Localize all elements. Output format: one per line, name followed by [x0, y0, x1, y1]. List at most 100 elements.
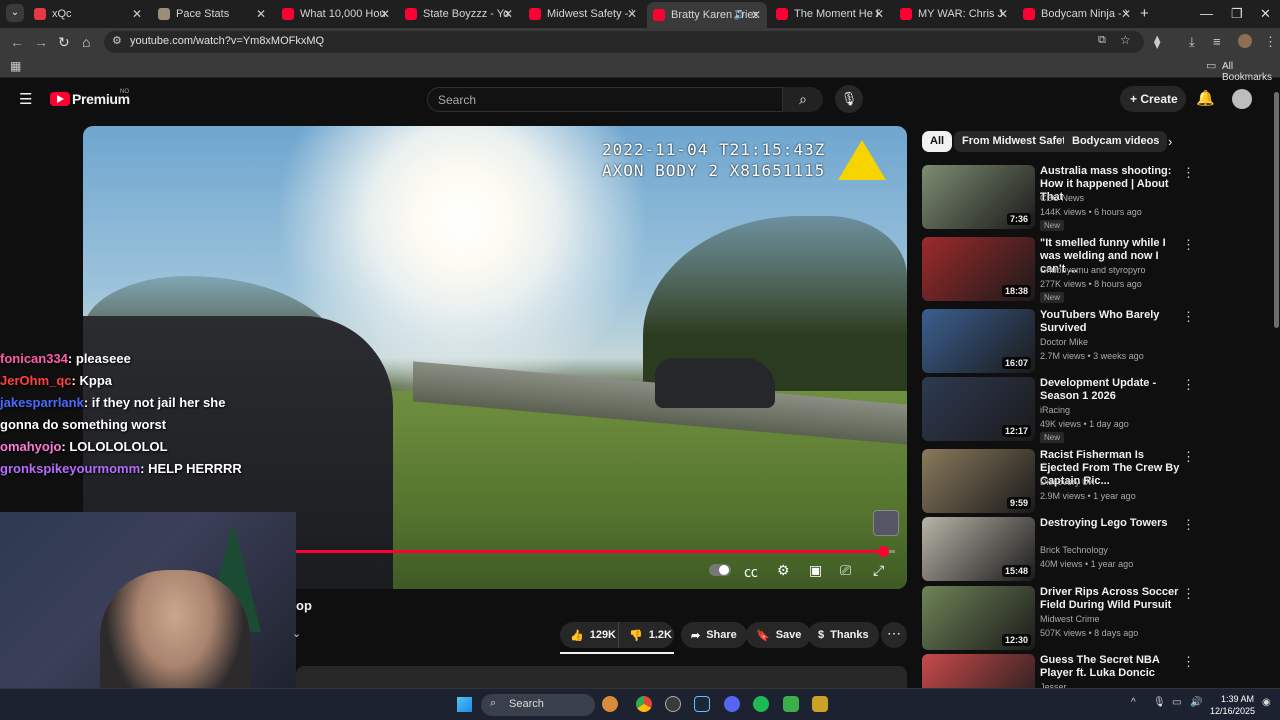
cast-icon[interactable]: ⎚	[840, 562, 851, 579]
video-thumbnail[interactable]: 9:59	[922, 449, 1035, 513]
chat-username[interactable]: omahyojo	[0, 439, 61, 454]
browser-tab[interactable]: MY WAR: Chris Joslin✕	[894, 3, 1014, 25]
volume-icon[interactable]: 🔊	[1190, 697, 1202, 708]
video-options-icon[interactable]: ⋮	[1182, 309, 1195, 325]
tab-close-icon[interactable]: ✕	[256, 7, 266, 21]
new-tab-button[interactable]: +	[1140, 5, 1149, 22]
browser-tab[interactable]: xQc ✕	[28, 3, 148, 25]
search-icon[interactable]: ⌕	[783, 87, 823, 112]
browser-tab[interactable]: State Boyzzz - YouTu✕	[399, 3, 519, 25]
channel-name[interactable]: iRacing	[1040, 405, 1070, 415]
youtube-logo[interactable]	[50, 92, 70, 106]
network-icon[interactable]: ▭	[1172, 697, 1181, 708]
mic-tray-icon[interactable]: 🎙	[1153, 697, 1166, 708]
filter-chip[interactable]: Bodycam videos	[1064, 131, 1168, 152]
microphone-icon[interactable]: 🎙	[835, 85, 863, 113]
steam-icon[interactable]	[694, 696, 710, 712]
more-actions-icon[interactable]: ⋯	[881, 622, 907, 648]
tab-close-icon[interactable]: ✕	[627, 7, 637, 21]
hamburger-menu-icon[interactable]: ☰	[19, 90, 32, 108]
video-options-icon[interactable]: ⋮	[1182, 586, 1195, 602]
reload-icon[interactable]: ↻	[58, 34, 70, 51]
channel-name[interactable]: Chubbyemu and styropyro	[1040, 265, 1146, 275]
fullscreen-icon[interactable]: ⤢	[873, 562, 884, 579]
video-thumbnail[interactable]: 16:07	[922, 309, 1035, 373]
browser-tab[interactable]: Bratty Karen Tries ✕ 🔊	[647, 2, 767, 28]
home-icon[interactable]: ⌂	[82, 34, 90, 50]
tab-close-icon[interactable]: ✕	[380, 7, 390, 21]
recommended-video[interactable]: 12:17 Development Update - Season 1 2026 i…	[922, 377, 1272, 443]
taskbar-clock[interactable]: 1:39 AM 12/16/2025	[1210, 693, 1255, 717]
spotify-icon[interactable]	[753, 696, 769, 712]
browser-tab[interactable]: Midwest Safety - You✕	[523, 3, 643, 25]
video-options-icon[interactable]: ⋮	[1182, 237, 1195, 253]
share-button[interactable]: ➦ Share	[681, 622, 747, 648]
address-bar[interactable]: ⚙ youtube.com/watch?v=Ym8xMOFkxMQ ⧉ ☆	[104, 31, 1144, 53]
thanks-button[interactable]: $ Thanks	[808, 622, 879, 648]
pinned-app-icon[interactable]	[602, 696, 618, 712]
chat-username[interactable]: gronkspikeyourmomm	[0, 461, 140, 476]
save-button[interactable]: 🔖 Save	[746, 622, 812, 648]
windows-start-icon[interactable]	[457, 697, 472, 712]
progress-bar[interactable]	[295, 546, 895, 557]
bookmark-star-icon[interactable]: ☆	[1120, 33, 1131, 47]
profile-avatar[interactable]	[1238, 34, 1252, 48]
filter-chip[interactable]: From Midwest Safety	[954, 131, 1081, 152]
extensions-icon[interactable]: ⧫	[1154, 34, 1160, 50]
tab-close-icon[interactable]: ✕	[874, 7, 884, 21]
apps-grid-icon[interactable]: ▦	[10, 59, 21, 73]
menu-icon[interactable]: ⋮	[1264, 34, 1277, 50]
browser-tab[interactable]: Pace Stats ✕	[152, 3, 272, 25]
filter-chip[interactable]: All	[922, 131, 953, 152]
recommended-video[interactable]: 12:30 Driver Rips Across Soccer Field Dur…	[922, 586, 1272, 652]
tab-menu-icon[interactable]: ⌄	[6, 4, 24, 22]
tray-chevron-icon[interactable]: ^	[1131, 697, 1136, 708]
video-title[interactable]: Development Update - Season 1 2026	[1040, 377, 1180, 403]
autoplay-toggle[interactable]	[709, 564, 731, 576]
channel-name[interactable]: Brick Technology	[1040, 545, 1108, 555]
media-icon[interactable]: ≡	[1213, 34, 1221, 49]
browser-tab[interactable]: Bodycam Ninja - You✕	[1017, 3, 1137, 25]
create-button[interactable]: + Create	[1120, 86, 1186, 112]
recommended-video[interactable]: 15:48 Destroying Lego Towers Brick Technol…	[922, 517, 1272, 583]
video-options-icon[interactable]: ⋮	[1182, 377, 1195, 393]
downloads-icon[interactable]: ⤓	[1189, 34, 1195, 50]
miniplayer-icon[interactable]: ▣	[809, 562, 822, 579]
browser-tab[interactable]: What 10,000 Hours o✕	[276, 3, 396, 25]
captions-icon[interactable]: ㏄	[744, 562, 758, 582]
settings-gear-icon[interactable]: ⚙	[777, 562, 790, 579]
page-scrollbar[interactable]	[1272, 80, 1280, 688]
subscribe-dropdown-icon[interactable]: ⌄	[292, 627, 301, 640]
tab-close-icon[interactable]: ✕	[1121, 7, 1131, 21]
scrubber-knob[interactable]	[878, 546, 889, 557]
video-title[interactable]: Destroying Lego Towers	[1040, 517, 1180, 530]
recommended-video[interactable]: 18:38 "It smelled funny while I was weldi…	[922, 237, 1272, 303]
channel-name[interactable]: Midwest Crime	[1040, 614, 1100, 624]
video-options-icon[interactable]: ⋮	[1182, 449, 1195, 465]
back-icon[interactable]: ←	[10, 34, 24, 50]
video-thumbnail[interactable]: 12:30	[922, 586, 1035, 650]
recommended-video[interactable]: 7:36 Australia mass shooting: How it happ…	[922, 165, 1272, 231]
channel-name[interactable]: Doctor Mike	[1040, 337, 1088, 347]
recommended-video[interactable]: 9:59 Racist Fisherman Is Ejected From The…	[922, 449, 1272, 515]
pinned-folder-icon[interactable]	[812, 696, 828, 712]
minimize-icon[interactable]: —	[1200, 6, 1213, 21]
browser-tab[interactable]: The Moment He Rea✕	[770, 3, 890, 25]
channel-watermark-icon[interactable]	[873, 510, 899, 536]
dislike-button[interactable]: 👎 1.2K	[618, 622, 674, 648]
video-thumbnail[interactable]: 18:38	[922, 237, 1035, 301]
tab-close-icon[interactable]: ✕	[132, 7, 142, 21]
obs-icon[interactable]	[665, 696, 681, 712]
video-options-icon[interactable]: ⋮	[1182, 654, 1195, 670]
video-title[interactable]: Driver Rips Across Soccer Field During W…	[1040, 586, 1180, 612]
channel-name[interactable]: CBC News	[1040, 193, 1084, 203]
tab-close-icon[interactable]: ✕	[503, 7, 513, 21]
video-title[interactable]: YouTubers Who Barely Survived	[1040, 309, 1180, 335]
notifications-bell-icon[interactable]: 🔔	[1196, 89, 1215, 107]
scrollbar-thumb[interactable]	[1274, 92, 1279, 328]
chrome-icon[interactable]	[636, 696, 652, 712]
video-options-icon[interactable]: ⋮	[1182, 165, 1195, 181]
close-window-icon[interactable]: ✕	[1260, 6, 1271, 22]
video-thumbnail[interactable]: 12:17	[922, 377, 1035, 441]
video-thumbnail[interactable]: 7:36	[922, 165, 1035, 229]
